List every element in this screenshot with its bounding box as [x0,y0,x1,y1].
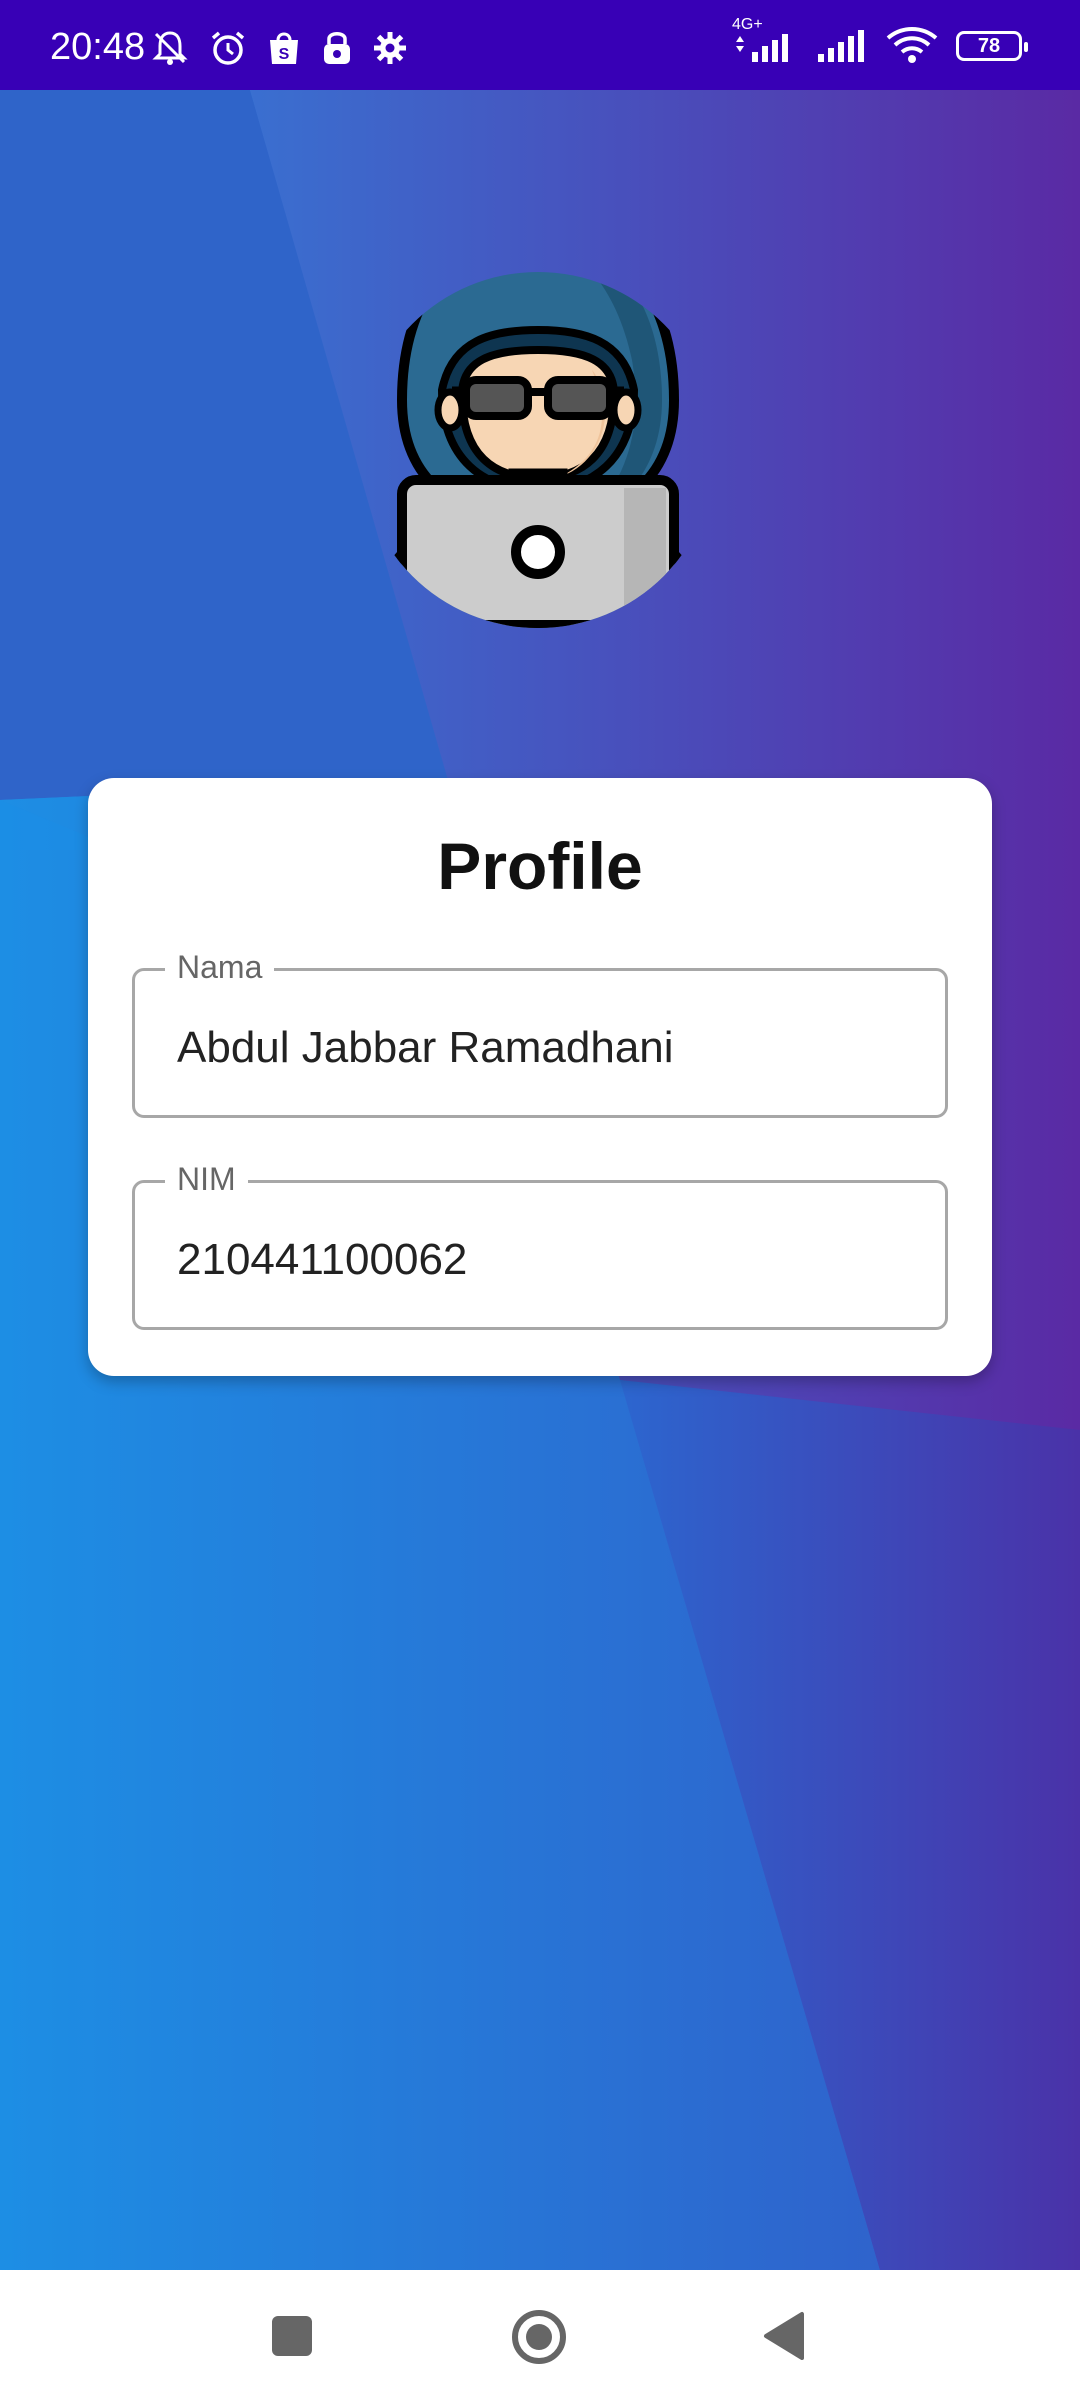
notifications-off-icon [150,28,190,68]
back-button[interactable] [762,2310,806,2367]
battery-level: 78 [977,34,1001,57]
nama-field-value: Abdul Jabbar Ramadhani [177,1023,674,1072]
nama-field-label: Nama [165,949,275,986]
nama-field[interactable]: Nama Abdul Jabbar Ramadhani [132,949,948,1118]
wifi-icon [886,26,938,66]
signal-icon [816,28,868,64]
nim-field[interactable]: NIM 210441100062 [132,1161,948,1330]
nim-field-label: NIM [165,1161,248,1198]
network-type-label: 4G+ [732,16,763,33]
svg-text:S: S [279,46,290,63]
profile-card: Profile Nama Abdul Jabbar Ramadhani NIM … [88,778,992,1376]
status-bar: 20:48 S 4G+ 78 [0,0,1080,90]
home-button[interactable] [510,2308,568,2371]
alarm-icon [208,28,248,68]
recents-button[interactable] [270,2314,314,2363]
card-title: Profile [437,829,643,903]
navigation-bar [0,2270,1080,2400]
hacker-avatar-icon [362,220,714,640]
nim-field-value: 210441100062 [177,1235,468,1284]
settings-gear-icon [372,30,408,66]
square-icon [272,2316,312,2356]
battery-icon: 78 [956,31,1028,61]
shopee-icon: S [266,28,302,68]
circle-icon [512,2310,566,2364]
triangle-back-icon [764,2312,804,2360]
status-time: 20:48 [50,26,146,68]
vpn-lock-icon [320,28,354,68]
mobile-data-icon: 4G+ [732,16,798,64]
